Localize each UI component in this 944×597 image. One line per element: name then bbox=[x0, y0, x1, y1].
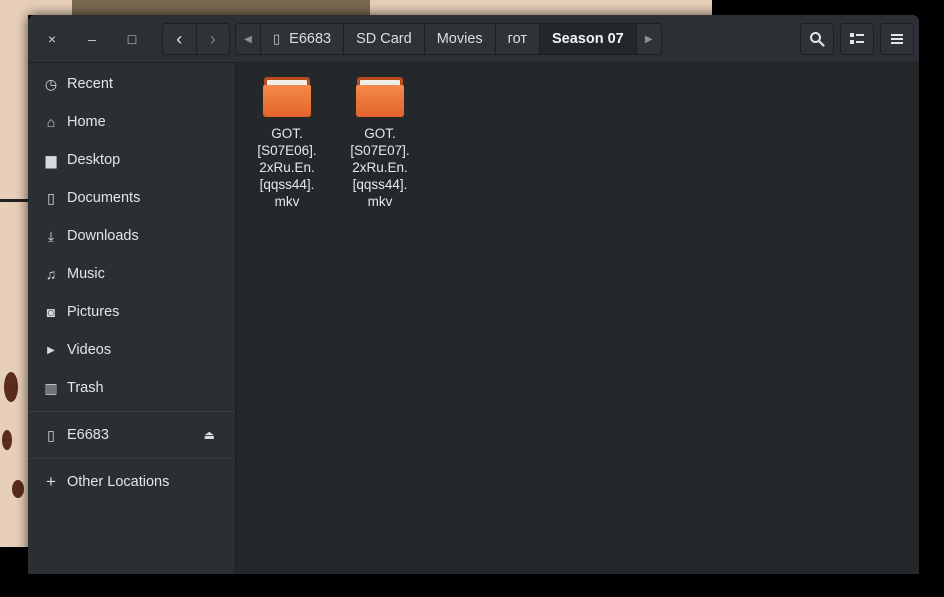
file-name-line: [S07E06]. bbox=[257, 143, 317, 158]
file-name-line: 2xRu.En. bbox=[259, 160, 315, 175]
sidebar-separator bbox=[28, 411, 235, 412]
wallpaper-ink-blot bbox=[4, 372, 18, 402]
view-toggle-button[interactable] bbox=[840, 23, 874, 55]
arrow-left-icon: ◀ bbox=[244, 33, 252, 45]
places-sidebar: ◷ Recent ⌂ Home ▆ Desktop ▯ Documents ⤓ … bbox=[28, 63, 236, 574]
file-name-line: [qqss44]. bbox=[352, 177, 408, 192]
music-icon: ♫ bbox=[45, 266, 57, 282]
sidebar-item-label: Trash bbox=[67, 380, 104, 396]
file-name-line: [qqss44]. bbox=[259, 177, 315, 192]
sidebar-item-label: E6683 bbox=[67, 427, 109, 443]
file-name-line: GOT. bbox=[271, 126, 303, 141]
file-item[interactable]: GOT. [S07E07]. 2xRu.En. [qqss44]. mkv bbox=[335, 77, 425, 210]
file-name-line: mkv bbox=[274, 194, 300, 209]
file-name: GOT. [S07E06]. 2xRu.En. [qqss44]. mkv bbox=[242, 125, 332, 210]
sidebar-item-label: Downloads bbox=[67, 228, 139, 244]
breadcrumb-sd-card[interactable]: SD Card bbox=[343, 24, 424, 54]
back-button[interactable]: ‹ bbox=[163, 24, 196, 54]
maximize-window-button[interactable]: □ bbox=[118, 25, 146, 53]
sidebar-item-label: Desktop bbox=[67, 152, 121, 168]
sidebar-separator bbox=[28, 458, 235, 459]
path-scroll-right-button[interactable]: ▶ bbox=[635, 24, 661, 54]
breadcrumb-label: Movies bbox=[436, 31, 483, 47]
header-bar: × – □ ‹ › ◀ ▯ E6683 SD Card Movies гот S… bbox=[28, 15, 919, 63]
camera-icon: ◙ bbox=[46, 304, 56, 320]
sidebar-item-downloads[interactable]: ⤓ Downloads bbox=[28, 218, 235, 254]
wallpaper-left-strip bbox=[0, 0, 28, 547]
navigation-buttons: ‹ › bbox=[162, 23, 230, 55]
trash-icon: ▥ bbox=[44, 379, 58, 396]
chevron-left-icon: ‹ bbox=[176, 28, 183, 49]
breadcrumb-movies[interactable]: Movies bbox=[423, 24, 495, 54]
forward-button[interactable]: › bbox=[195, 24, 230, 54]
file-name: GOT. [S07E07]. 2xRu.En. [qqss44]. mkv bbox=[335, 125, 425, 210]
breadcrumb-label: гот bbox=[507, 31, 527, 47]
sidebar-item-trash[interactable]: ▥ Trash bbox=[28, 370, 235, 406]
file-name-line: GOT. bbox=[364, 126, 396, 141]
folder-icon bbox=[356, 77, 404, 117]
document-icon: ▯ bbox=[47, 189, 55, 206]
sidebar-item-label: Music bbox=[67, 266, 105, 282]
close-window-button[interactable]: × bbox=[38, 25, 66, 53]
sidebar-item-other-locations[interactable]: + Other Locations bbox=[28, 464, 235, 500]
file-item[interactable]: GOT. [S07E06]. 2xRu.En. [qqss44]. mkv bbox=[242, 77, 332, 210]
wallpaper-ink-blot bbox=[12, 480, 24, 498]
folder-icon bbox=[263, 77, 311, 117]
breadcrumb-label: E6683 bbox=[289, 31, 332, 47]
eject-icon[interactable]: ⏏ bbox=[204, 428, 215, 442]
breadcrumb-label: Season 07 bbox=[552, 31, 624, 47]
plus-icon: + bbox=[46, 472, 56, 491]
breadcrumb-label: SD Card bbox=[356, 31, 412, 47]
file-name-line: [S07E07]. bbox=[350, 143, 410, 158]
search-button[interactable] bbox=[800, 23, 834, 55]
sidebar-item-label: Other Locations bbox=[67, 474, 170, 490]
sidebar-item-label: Home bbox=[67, 114, 106, 130]
search-icon bbox=[810, 32, 825, 47]
hamburger-menu-icon bbox=[891, 34, 903, 44]
file-name-line: mkv bbox=[367, 194, 393, 209]
wallpaper-line bbox=[0, 199, 28, 202]
path-scroll-left-button[interactable]: ◀ bbox=[236, 24, 260, 54]
sidebar-item-videos[interactable]: ▶ Videos bbox=[28, 332, 235, 368]
phone-icon: ▯ bbox=[47, 426, 55, 443]
file-name-line: 2xRu.En. bbox=[352, 160, 408, 175]
breadcrumb-got[interactable]: гот bbox=[494, 24, 539, 54]
wallpaper-photo-strip bbox=[72, 0, 370, 15]
recent-icon: ◷ bbox=[44, 75, 58, 92]
sidebar-item-desktop[interactable]: ▆ Desktop bbox=[28, 142, 235, 178]
sidebar-item-label: Recent bbox=[67, 76, 113, 92]
breadcrumb-season-07[interactable]: Season 07 bbox=[539, 24, 636, 54]
list-view-icon bbox=[850, 33, 864, 44]
sidebar-item-home[interactable]: ⌂ Home bbox=[28, 104, 235, 140]
download-icon: ⤓ bbox=[47, 227, 55, 244]
path-bar: ◀ ▯ E6683 SD Card Movies гот Season 07 ▶ bbox=[235, 23, 662, 55]
arrow-right-icon: ▶ bbox=[644, 33, 653, 45]
sidebar-item-documents[interactable]: ▯ Documents bbox=[28, 180, 235, 216]
video-icon: ▶ bbox=[47, 344, 55, 356]
home-icon: ⌂ bbox=[46, 114, 56, 130]
file-view: GOT. [S07E06]. 2xRu.En. [qqss44]. mkv GO… bbox=[236, 63, 919, 574]
phone-icon: ▯ bbox=[273, 31, 281, 46]
main-menu-button[interactable] bbox=[880, 23, 914, 55]
sidebar-item-recent[interactable]: ◷ Recent bbox=[28, 66, 235, 102]
chevron-right-icon: › bbox=[209, 28, 216, 49]
minimize-window-button[interactable]: – bbox=[78, 25, 106, 53]
wallpaper-ink-blot bbox=[2, 430, 12, 450]
sidebar-item-label: Videos bbox=[67, 342, 112, 358]
sidebar-item-music[interactable]: ♫ Music bbox=[28, 256, 235, 292]
file-manager-window: × – □ ‹ › ◀ ▯ E6683 SD Card Movies гот S… bbox=[28, 15, 919, 574]
desktop-folder-icon: ▆ bbox=[45, 151, 57, 168]
sidebar-item-label: Documents bbox=[67, 190, 141, 206]
breadcrumb-e6683[interactable]: ▯ E6683 bbox=[260, 24, 343, 54]
sidebar-item-label: Pictures bbox=[67, 304, 120, 320]
sidebar-item-device-e6683[interactable]: ▯ E6683 ⏏ bbox=[28, 417, 235, 453]
sidebar-item-pictures[interactable]: ◙ Pictures bbox=[28, 294, 235, 330]
